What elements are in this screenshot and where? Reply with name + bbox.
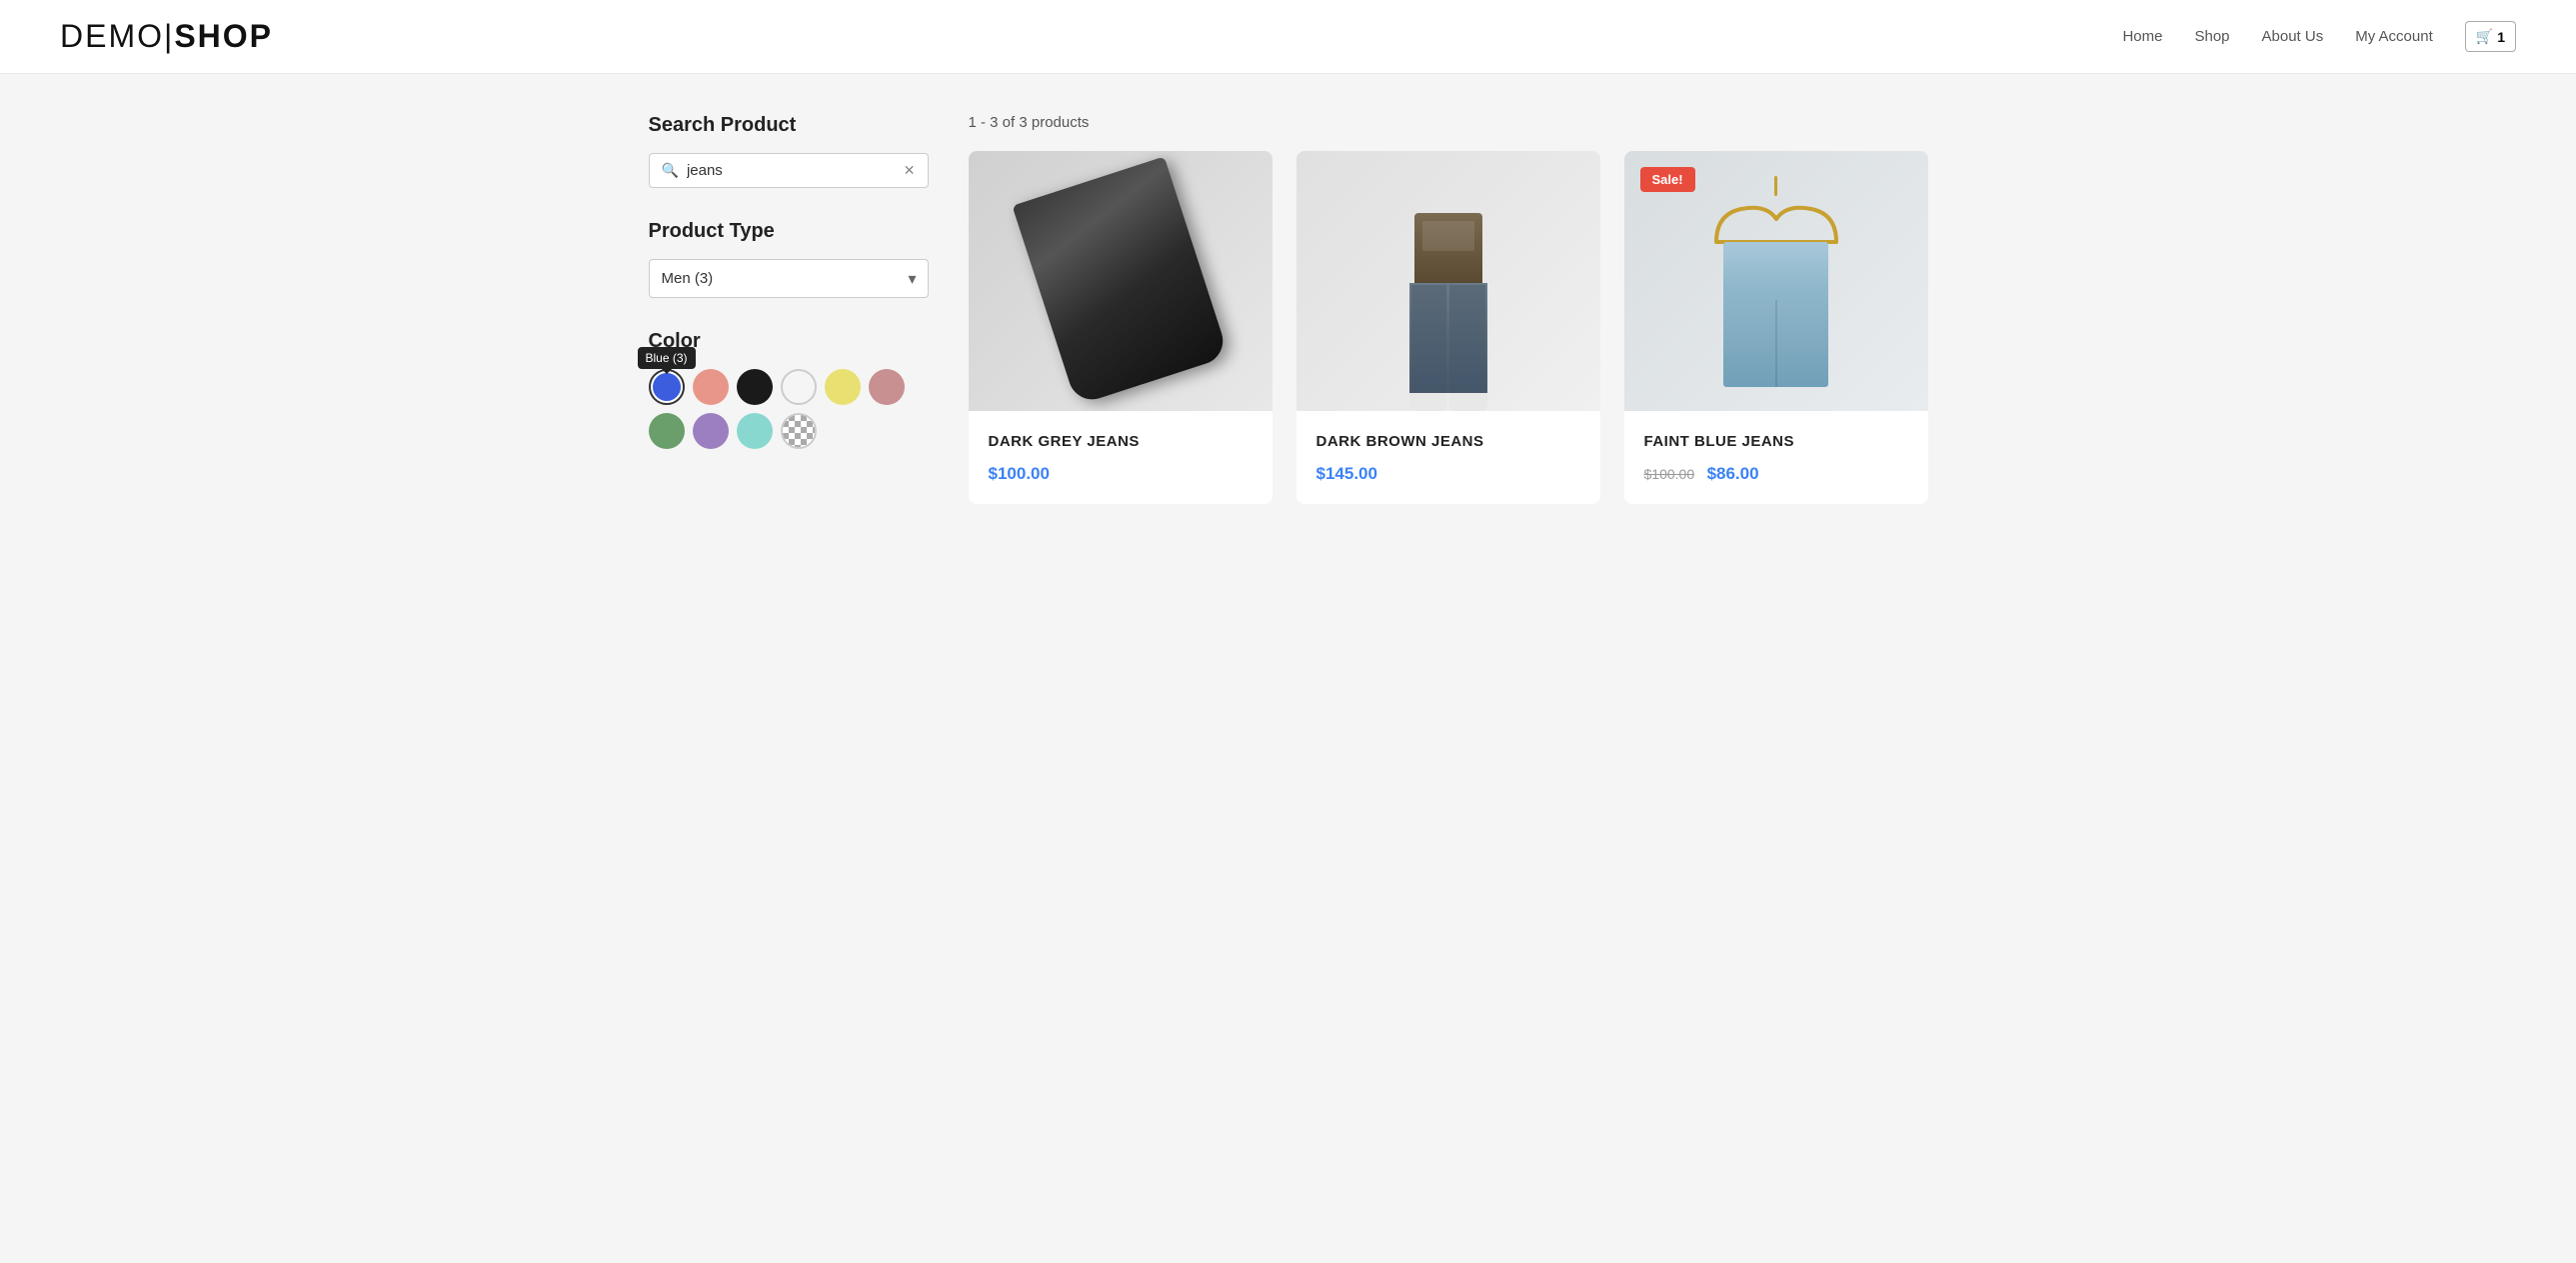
main-container: Search Product 🔍 ✕ Product Type Men (3) … — [589, 74, 1988, 544]
color-section: Color Blue (3) — [649, 330, 929, 449]
header: DEMO|SHOP Home Shop About Us My Account … — [0, 0, 2576, 74]
product-price-1: $100.00 — [989, 464, 1253, 484]
product-card-3[interactable]: Sale! — [1624, 151, 1928, 504]
color-swatch-green[interactable] — [649, 413, 685, 449]
color-swatch-checkered[interactable] — [781, 413, 817, 449]
products-count: 1 - 3 of 3 products — [969, 114, 1928, 131]
product-info-2: DARK BROWN JEANS $145.00 — [1296, 411, 1600, 504]
products-area: 1 - 3 of 3 products DARK GREY JEANS $100… — [969, 114, 1928, 504]
nav-about[interactable]: About Us — [2262, 28, 2324, 45]
product-sale-price: $86.00 — [1707, 464, 1759, 483]
color-title: Color — [649, 330, 929, 353]
product-image-1 — [969, 151, 1273, 411]
color-swatch-yellow[interactable] — [825, 369, 861, 405]
product-name-3: FAINT BLUE JEANS — [1644, 431, 1908, 452]
product-card-2[interactable]: DARK BROWN JEANS $145.00 — [1296, 151, 1600, 504]
cart-count: 1 — [2497, 29, 2505, 45]
nav-account[interactable]: My Account — [2355, 28, 2433, 45]
color-swatch-mauve[interactable] — [869, 369, 905, 405]
product-info-1: DARK GREY JEANS $100.00 — [969, 411, 1273, 504]
color-swatch-pink[interactable] — [693, 369, 729, 405]
logo-demo: DEMO — [60, 18, 164, 54]
product-image-2 — [1296, 151, 1600, 411]
sale-badge: Sale! — [1640, 167, 1695, 192]
product-info-3: FAINT BLUE JEANS $100.00 $86.00 — [1624, 411, 1928, 504]
product-price-3: $100.00 $86.00 — [1644, 464, 1908, 484]
cart-icon: 🛒 — [2476, 28, 2493, 45]
product-name-2: DARK BROWN JEANS — [1316, 431, 1580, 452]
product-name-1: DARK GREY JEANS — [989, 431, 1253, 452]
products-grid: DARK GREY JEANS $100.00 — [969, 151, 1928, 504]
product-price-2: $145.00 — [1316, 464, 1580, 484]
product-type-select[interactable]: Men (3) — [649, 259, 929, 298]
color-swatch-white[interactable] — [781, 369, 817, 405]
search-icon: 🔍 — [662, 162, 679, 179]
logo-shop: SHOP — [174, 18, 273, 54]
cart-button[interactable]: 🛒 1 — [2465, 21, 2516, 52]
search-clear-button[interactable]: ✕ — [904, 162, 916, 179]
color-grid: Blue (3) — [649, 369, 929, 449]
nav-shop[interactable]: Shop — [2194, 28, 2229, 45]
search-box: 🔍 ✕ — [649, 153, 929, 188]
logo-sep: | — [164, 18, 174, 54]
product-card-1[interactable]: DARK GREY JEANS $100.00 — [969, 151, 1273, 504]
product-type-title: Product Type — [649, 220, 929, 243]
product-type-select-wrapper: Men (3) — [649, 259, 929, 298]
nav-home[interactable]: Home — [2122, 28, 2162, 45]
search-title: Search Product — [649, 114, 929, 137]
color-swatch-teal[interactable] — [737, 413, 773, 449]
sidebar: Search Product 🔍 ✕ Product Type Men (3) … — [649, 114, 929, 504]
color-swatch-purple[interactable] — [693, 413, 729, 449]
product-type-section: Product Type Men (3) — [649, 220, 929, 298]
main-nav: Home Shop About Us My Account 🛒 1 — [2122, 21, 2516, 52]
color-swatch-blue[interactable]: Blue (3) — [649, 369, 685, 405]
search-input[interactable] — [687, 162, 896, 179]
product-image-3: Sale! — [1624, 151, 1928, 411]
color-swatch-black[interactable] — [737, 369, 773, 405]
search-section: Search Product 🔍 ✕ — [649, 114, 929, 188]
product-original-price: $100.00 — [1644, 466, 1695, 482]
logo[interactable]: DEMO|SHOP — [60, 18, 273, 55]
